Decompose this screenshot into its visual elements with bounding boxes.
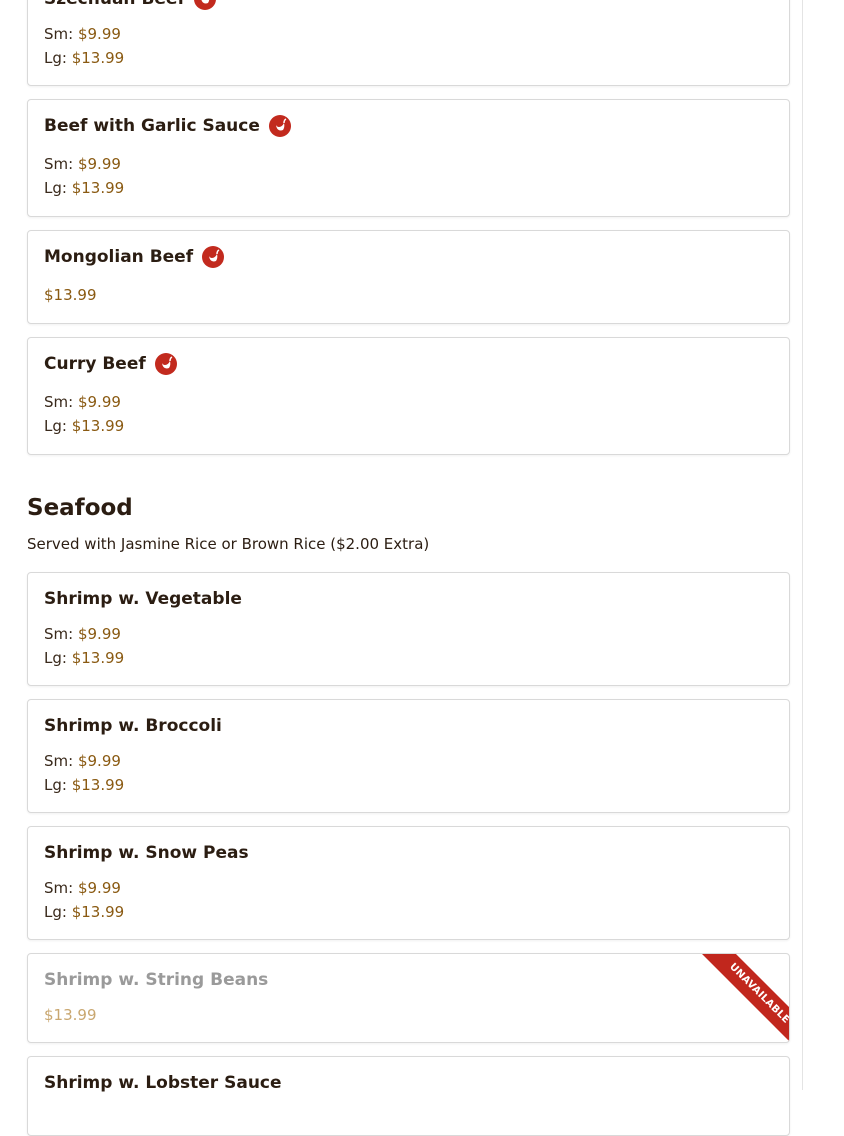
chili-pepper-icon [154, 353, 177, 375]
item-name-row: Curry Beef [44, 353, 177, 375]
price-large: Lg: $13.99 [44, 179, 125, 197]
menu-item-card[interactable]: Shrimp w. Vegetable Sm: $9.99 Lg: $13.99 [27, 572, 790, 686]
menu-item-card[interactable]: Mongolian Beef $13.99 [27, 230, 790, 324]
item-name: Shrimp w. Lobster Sauce [44, 1073, 282, 1093]
price-large: Lg: $13.99 [44, 776, 125, 794]
menu-item-card[interactable]: Curry Beef Sm: $9.99 Lg: $13.99 [27, 337, 790, 455]
menu-item-card[interactable]: Shrimp w. Lobster Sauce [27, 1056, 790, 1136]
price-large: Lg: $13.99 [44, 49, 125, 67]
item-name: Shrimp w. Snow Peas [44, 843, 249, 863]
menu-item-card-unavailable: Shrimp w. String Beans $13.99 UNAVAILABL… [27, 953, 790, 1043]
price-small: Sm: $9.99 [44, 752, 121, 770]
chili-pepper-icon [193, 0, 216, 10]
item-name-row: Szechuan Beef [44, 0, 216, 10]
menu-item-card[interactable]: Shrimp w. Snow Peas Sm: $9.99 Lg: $13.99 [27, 826, 790, 940]
section-description: Served with Jasmine Rice or Brown Rice (… [27, 535, 430, 553]
price-small: Sm: $9.99 [44, 25, 121, 43]
menu-item-card[interactable]: Beef with Garlic Sauce Sm: $9.99 Lg: $13… [27, 99, 790, 217]
price-small: Sm: $9.99 [44, 155, 121, 173]
item-name: Shrimp w. Vegetable [44, 589, 242, 609]
price-small: Sm: $9.99 [44, 393, 121, 411]
item-name: Beef with Garlic Sauce [44, 116, 260, 136]
price: $13.99 [44, 286, 97, 304]
price-large: Lg: $13.99 [44, 903, 125, 921]
price: $13.99 [44, 1006, 97, 1024]
chili-pepper-icon [268, 115, 291, 137]
item-name-row: Beef with Garlic Sauce [44, 115, 291, 137]
item-name: Curry Beef [44, 354, 146, 374]
unavailable-ribbon: UNAVAILABLE [695, 954, 789, 1042]
price-small: Sm: $9.99 [44, 625, 121, 643]
item-name: Mongolian Beef [44, 247, 194, 267]
unavailable-badge: UNAVAILABLE [701, 954, 789, 1042]
item-name-row: Mongolian Beef [44, 246, 225, 268]
scroll-divider [802, 0, 803, 1090]
item-name: Shrimp w. String Beans [44, 970, 269, 990]
item-name: Szechuan Beef [44, 0, 185, 9]
price-small: Sm: $9.99 [44, 879, 121, 897]
menu-item-card[interactable]: Szechuan Beef Sm: $9.99 Lg: $13.99 [27, 0, 790, 86]
chili-pepper-icon [202, 246, 225, 268]
price-large: Lg: $13.99 [44, 649, 125, 667]
price-large: Lg: $13.99 [44, 417, 125, 435]
menu-item-card[interactable]: Shrimp w. Broccoli Sm: $9.99 Lg: $13.99 [27, 699, 790, 813]
item-name: Shrimp w. Broccoli [44, 716, 222, 736]
section-title: Seafood [27, 495, 133, 521]
